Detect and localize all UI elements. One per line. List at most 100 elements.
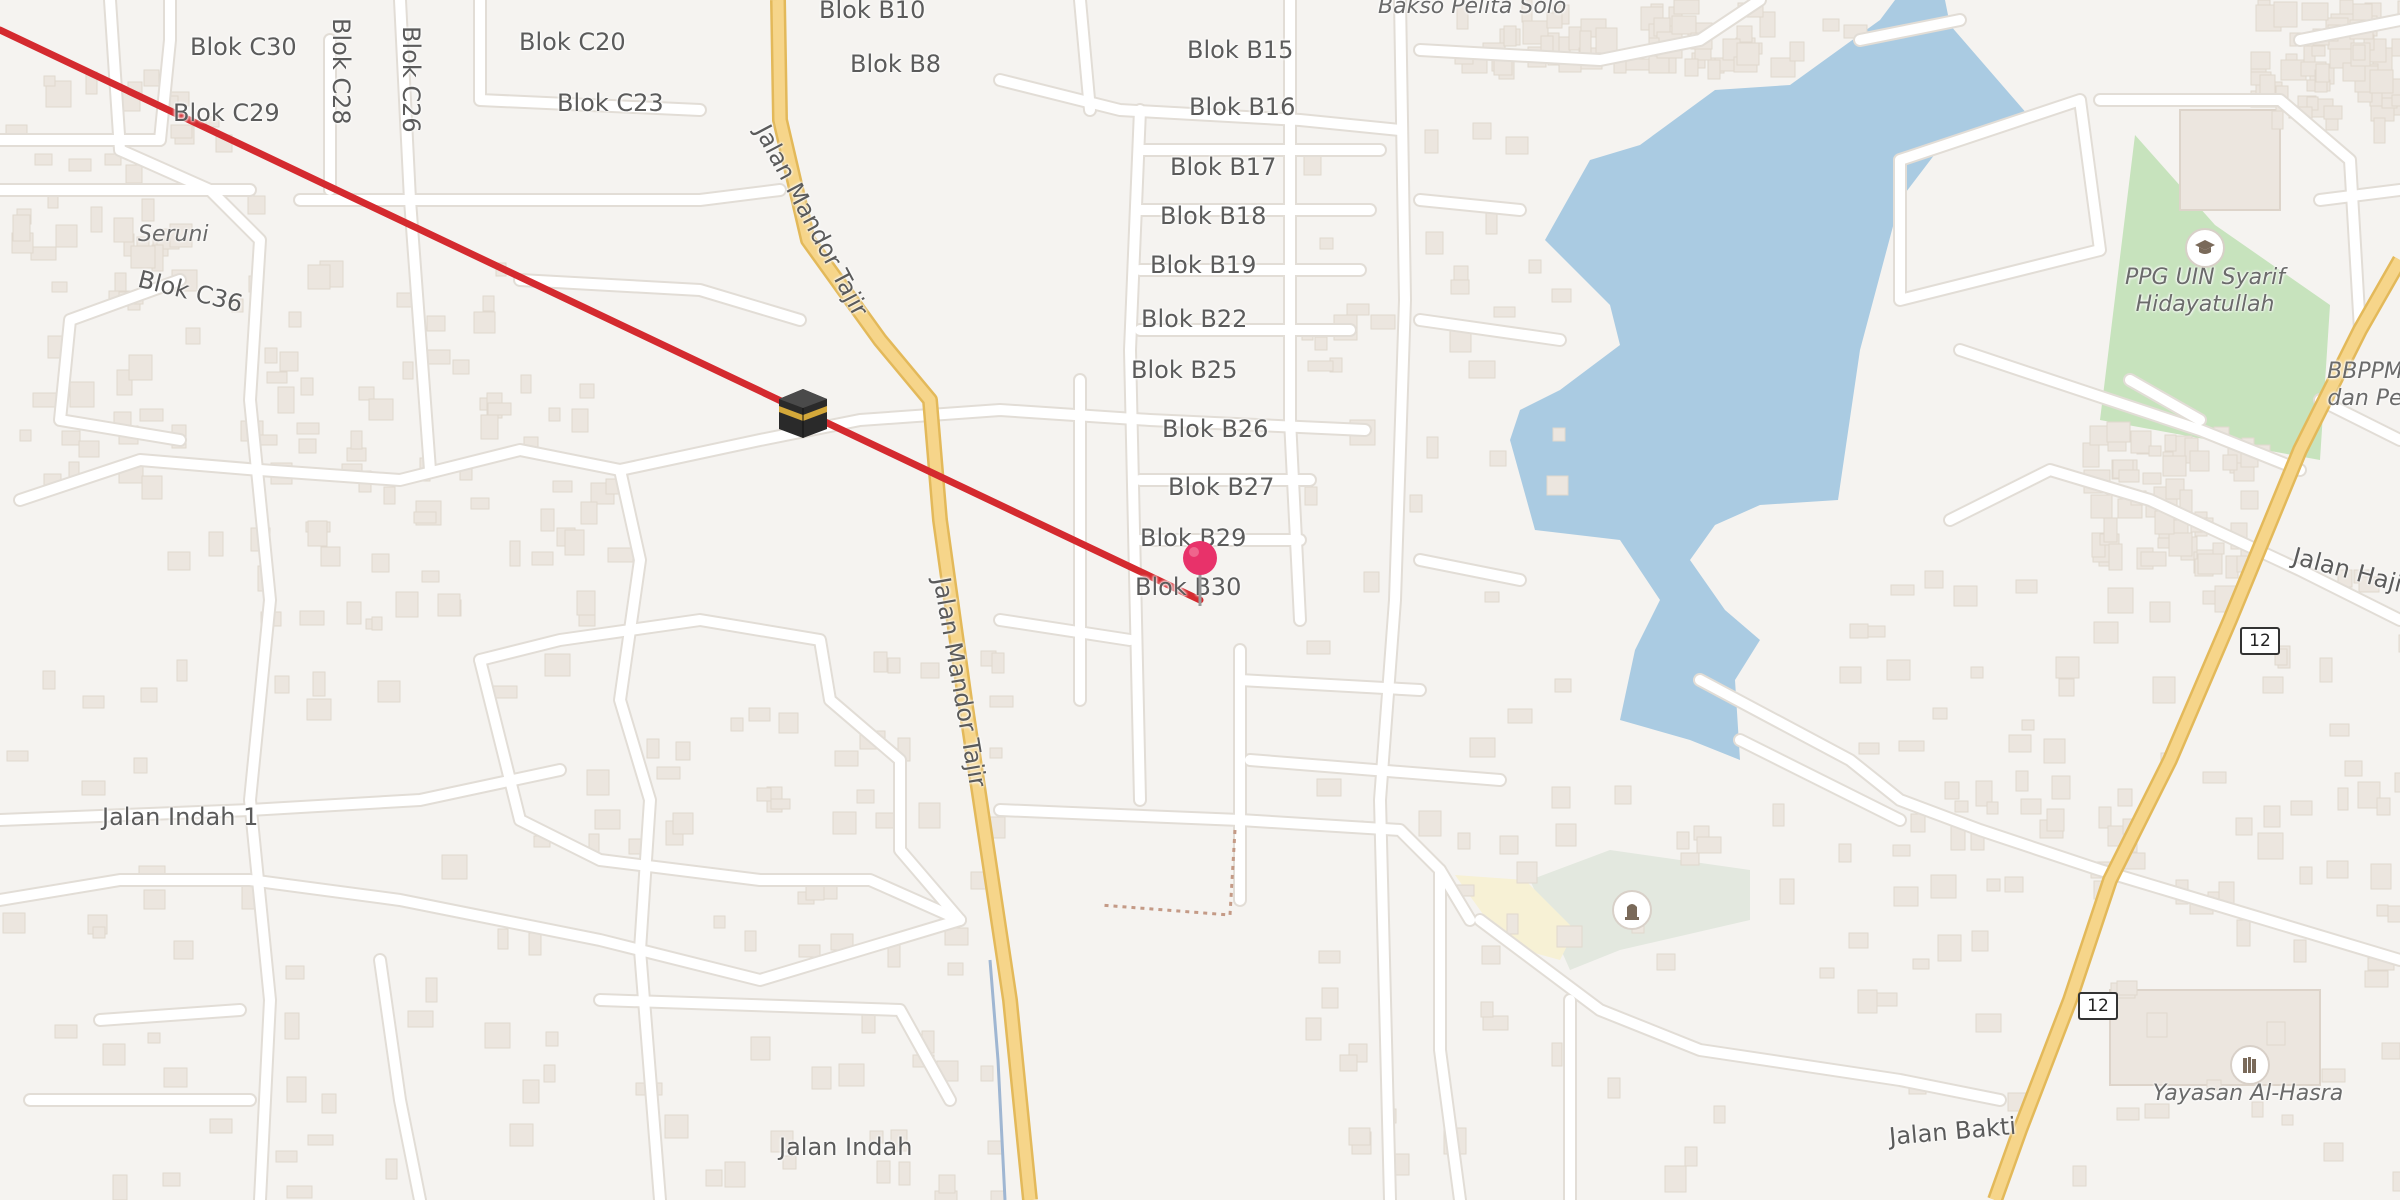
- building: [1892, 844, 1911, 857]
- building: [1910, 813, 1926, 833]
- label-blok-b17: Blok B17: [1170, 153, 1277, 181]
- building: [838, 1063, 865, 1087]
- building: [371, 553, 390, 573]
- building: [1425, 231, 1444, 255]
- building: [2148, 445, 2162, 457]
- building: [307, 264, 331, 290]
- building: [1499, 835, 1519, 855]
- building: [2157, 537, 2170, 549]
- building: [1363, 571, 1380, 593]
- building: [147, 1032, 161, 1044]
- building: [12, 214, 31, 242]
- building: [1482, 1015, 1509, 1031]
- building: [2, 912, 26, 934]
- building: [312, 671, 326, 697]
- building: [770, 798, 791, 810]
- building: [2301, 2, 2329, 21]
- building: [1409, 494, 1423, 513]
- building: [2263, 805, 2281, 828]
- building: [1304, 486, 1318, 506]
- building: [1346, 303, 1370, 316]
- building: [437, 593, 461, 617]
- building: [918, 802, 941, 829]
- building: [1930, 874, 1957, 899]
- building: [607, 547, 634, 563]
- building: [286, 1185, 313, 1199]
- building: [2149, 601, 2171, 623]
- building: [2329, 723, 2350, 737]
- building: [1975, 1013, 2002, 1033]
- label-ppg-uin[interactable]: PPG UIN Syarif Hidayatullah: [2105, 264, 2305, 318]
- building: [1551, 288, 1572, 303]
- building: [1893, 886, 1919, 907]
- map-view[interactable]: Blok C30 Blok C29 Blok C28 Blok C26 Blok…: [0, 0, 2400, 1200]
- grave-icon[interactable]: [1612, 890, 1652, 930]
- building: [2051, 775, 2071, 800]
- building: [989, 747, 1003, 759]
- building: [920, 662, 940, 679]
- building: [112, 1174, 128, 1200]
- building: [1555, 823, 1577, 847]
- building: [1339, 1054, 1358, 1072]
- building: [92, 926, 106, 939]
- building: [2046, 808, 2065, 832]
- building: [2271, 110, 2284, 130]
- building: [383, 486, 396, 505]
- building: [1306, 640, 1331, 655]
- building: [2273, 1, 2298, 28]
- building: [1890, 584, 1915, 596]
- school-building-2: [2109, 989, 2321, 1086]
- building: [664, 1114, 689, 1139]
- building: [288, 311, 302, 328]
- building: [540, 508, 555, 532]
- building: [1971, 930, 1989, 952]
- building: [2072, 1165, 2087, 1187]
- graduation-cap-icon[interactable]: [2185, 228, 2225, 268]
- building: [81, 780, 106, 796]
- label-blok-c28: Blok C28: [327, 18, 355, 125]
- building: [125, 164, 143, 184]
- building: [275, 1150, 298, 1163]
- building: [2020, 798, 2042, 815]
- building: [497, 928, 509, 950]
- building: [286, 1076, 307, 1103]
- building: [284, 1012, 300, 1040]
- building: [1937, 934, 1962, 962]
- building: [1858, 742, 1880, 755]
- building: [259, 434, 278, 446]
- location-pin-icon[interactable]: [1180, 540, 1220, 610]
- building: [1680, 852, 1700, 866]
- building: [34, 153, 53, 166]
- building: [2394, 772, 2400, 793]
- building: [1736, 42, 1760, 66]
- building: [1321, 987, 1339, 1009]
- building: [2015, 770, 2029, 792]
- building: [571, 408, 589, 433]
- building: [2090, 494, 2113, 519]
- building: [2202, 771, 2227, 784]
- building: [520, 374, 532, 394]
- building: [1789, 41, 1805, 62]
- building: [531, 551, 554, 566]
- label-bbppm[interactable]: BBPPM dan Pe: [2320, 358, 2400, 412]
- building: [1505, 136, 1529, 155]
- label-blok-b22: Blok B22: [1141, 305, 1248, 333]
- building: [1857, 989, 1878, 1014]
- route-12-shield-upper: 12: [2240, 627, 2280, 655]
- building: [426, 349, 451, 365]
- building: [748, 707, 771, 722]
- kaaba-icon[interactable]: [776, 386, 830, 440]
- building: [798, 944, 821, 958]
- building: [247, 195, 266, 215]
- building: [2116, 1107, 2140, 1121]
- building: [279, 351, 299, 372]
- building: [141, 198, 155, 222]
- building: [1418, 810, 1442, 837]
- building: [43, 75, 56, 87]
- book-icon[interactable]: [2230, 1045, 2270, 1085]
- building: [2326, 860, 2349, 879]
- building: [143, 69, 160, 87]
- building: [2373, 117, 2386, 144]
- building: [487, 402, 512, 416]
- building: [307, 520, 328, 547]
